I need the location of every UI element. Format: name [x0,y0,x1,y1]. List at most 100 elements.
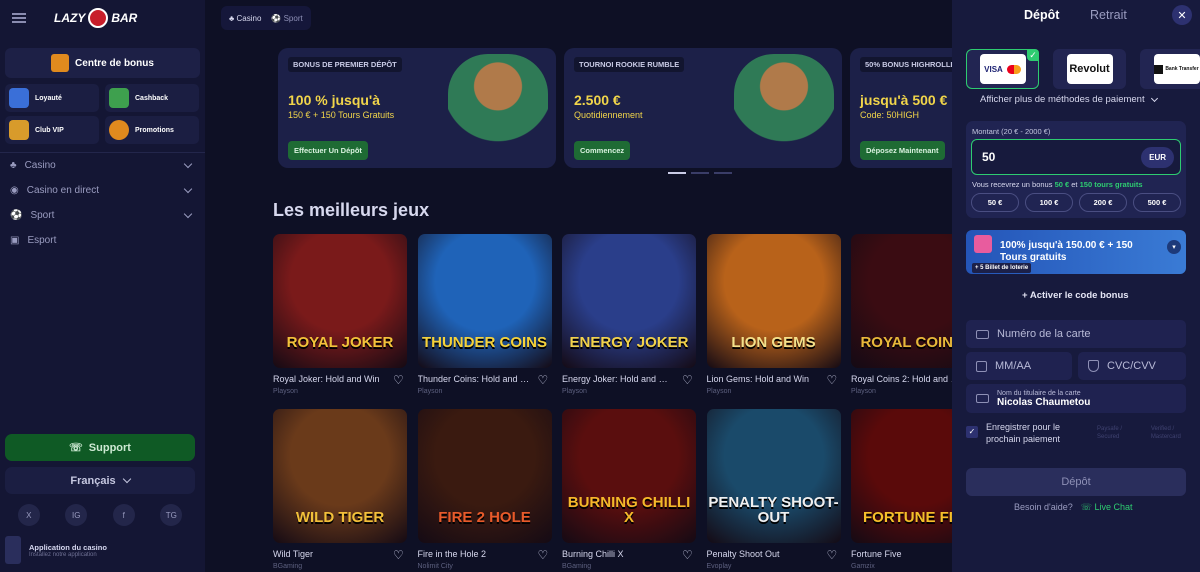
promo-card[interactable]: BONUS DE PREMIER DÉPÔT 100 % jusqu'à 150… [278,48,556,168]
game-tile[interactable]: LION GEMS Lion Gems: Hold and Win ♡ Playson [706,234,841,401]
quick-link-cashback[interactable]: Cashback [105,84,199,112]
promo-card[interactable]: 50% BONUS HIGHROLLER jusqu'à 500 € Code:… [850,48,952,168]
carousel-dot[interactable] [714,172,732,174]
game-thumbnail[interactable]: FIRE 2 HOLE [417,409,552,543]
game-tile[interactable]: ROYAL JOKER Royal Joker: Hold and Win ♡ Pla… [273,234,407,401]
game-name[interactable]: Energy Joker: Hold and Win [562,374,674,384]
cardholder-name-field[interactable]: Nom du titulaire de la carte Nicolas Chau… [966,384,1186,413]
game-thumbnail[interactable]: FORTUNE FIVE [851,409,952,543]
bonus-center-button[interactable]: Centre de bonus [5,48,200,78]
game-tile[interactable]: WILD TIGER Wild Tiger ♡ BGaming [273,409,407,572]
carousel-dots [668,172,732,174]
sidebar-item-live-casino[interactable]: ◉ Casino en direct [0,178,205,203]
language-select[interactable]: Français [5,467,195,494]
heart-icon[interactable]: ♡ [682,374,694,386]
game-name[interactable]: Thunder Coins: Hold and Win [418,374,530,384]
game-name[interactable]: Wild Tiger [273,549,385,559]
bonus-center-label: Centre de bonus [75,57,154,69]
game-provider: Playson [851,388,876,395]
amount-chips: 50 € 100 € 200 € 500 € [971,193,1181,212]
game-tile[interactable]: FORTUNE FIVEFortune Five♡Gamzix [851,409,952,572]
game-name[interactable]: Royal Coins 2: Hold and Win [851,374,952,384]
quick-link-vip[interactable]: Club VIP [5,116,99,144]
quick-link-loyalty[interactable]: Loyauté [5,84,99,112]
heart-icon[interactable]: ♡ [682,549,694,561]
shield-icon [1088,360,1099,372]
game-thumbnail[interactable]: ENERGY JOKER [562,234,696,368]
game-name[interactable]: Lion Gems: Hold and Win [707,374,819,384]
quick-link-promotions[interactable]: Promotions [105,116,199,144]
support-button[interactable]: ☏ Support [5,434,195,461]
game-thumbnail[interactable]: THUNDER COINS [417,234,552,368]
game-tile[interactable]: PENALTY SHOOT-OUT Penalty Shoot Out ♡ Evopl… [706,409,841,572]
close-icon[interactable]: ✕ [1172,5,1192,25]
game-tile[interactable]: THUNDER COINS Thunder Coins: Hold and Win… [417,234,552,401]
checkbox-checked-icon[interactable]: ✓ [966,426,978,438]
game-provider: BGaming [273,563,303,570]
amount-value[interactable]: 50 [982,150,1141,164]
card-number-field[interactable]: Numéro de la carte [966,320,1186,348]
game-thumbnail[interactable]: LION GEMS [706,234,841,368]
game-name[interactable]: Burning Chilli X [562,549,674,559]
game-name[interactable]: Fortune Five [851,549,952,559]
chevron-down-icon[interactable]: ▾ [1167,240,1181,254]
tab-sport[interactable]: ⚽ Sport [271,14,302,23]
game-name[interactable]: Fire in the Hole 2 [418,549,530,559]
game-thumbnail[interactable]: BURNING CHILLI X [562,409,696,543]
activate-bonus-code-button[interactable]: + Activer le code bonus [1022,290,1129,301]
heart-icon[interactable]: ♡ [827,549,839,561]
sidebar-item-sport[interactable]: ⚽ Sport [0,203,205,228]
heart-icon[interactable]: ♡ [538,374,550,386]
amount-chip[interactable]: 50 € [971,193,1019,212]
x-icon[interactable]: X [17,504,40,526]
tab-deposit[interactable]: Dépôt [1024,8,1059,22]
game-provider: Gamzix [851,563,875,570]
amount-chip[interactable]: 200 € [1079,193,1127,212]
expiry-field[interactable]: MM/AA [966,352,1072,380]
facebook-icon[interactable]: f [112,504,135,526]
tab-casino[interactable]: ♣ Casino [229,14,261,23]
heart-icon[interactable]: ♡ [538,549,550,561]
promo-button[interactable]: Commencez [574,141,631,160]
promo-button[interactable]: Effectuer Un Dépôt [288,141,368,160]
sidebar-item-esport[interactable]: ▣ Esport [0,228,205,253]
deposit-button[interactable]: Dépôt [966,468,1186,496]
game-tile[interactable]: FIRE 2 HOLE Fire in the Hole 2 ♡ Nolimit Ci… [417,409,552,572]
telegram-icon[interactable]: TG [160,504,183,526]
live-chat-link[interactable]: ☏ Live Chat [1081,502,1133,513]
cardholder-value[interactable]: Nicolas Chaumetou [997,397,1090,408]
game-tile[interactable]: BURNING CHILLI X Burning Chilli X ♡ BGaming [562,409,696,572]
amount-chip[interactable]: 100 € [1025,193,1073,212]
payment-method-revolut[interactable]: Revolut [1053,49,1126,89]
more-methods-link[interactable]: Afficher plus de méthodes de paiement [980,94,1158,105]
game-thumbnail[interactable]: PENALTY SHOOT-OUT [706,409,841,543]
game-thumbnail[interactable]: ROYAL JOKER [273,234,407,368]
logo[interactable]: LAZY BAR [54,8,137,28]
carousel-dot[interactable] [691,172,709,174]
sidebar-item-casino[interactable]: ♣ Casino [0,153,205,178]
promo-button[interactable]: Déposez Maintenant [860,141,945,160]
carousel-dot[interactable] [668,172,686,174]
promo-subtitle: Quotidiennement [574,110,643,120]
currency-badge[interactable]: EUR [1141,146,1174,168]
payment-method-card[interactable]: VISA [966,49,1039,89]
heart-icon[interactable]: ♡ [393,549,405,561]
instagram-icon[interactable]: IG [65,504,88,526]
menu-icon[interactable] [12,13,26,23]
promo-card[interactable]: TOURNOI ROOKIE RUMBLE 2.500 € Quotidienn… [564,48,842,168]
game-name[interactable]: Penalty Shoot Out [707,549,819,559]
tab-withdraw[interactable]: Retrait [1090,8,1127,22]
heart-icon[interactable]: ♡ [393,374,405,386]
amount-input[interactable]: 50 EUR [971,139,1181,175]
game-thumbnail[interactable]: ROYAL COINS 2 [851,234,952,368]
cvc-field[interactable]: CVC/CVV [1078,352,1186,380]
payment-method-bank[interactable]: Bank Transfer [1140,49,1200,89]
game-name[interactable]: Royal Joker: Hold and Win [273,374,385,384]
casino-app-link[interactable]: Application du casino Installez notre app… [5,535,195,565]
game-tile[interactable]: ROYAL COINS 2 Royal Coins 2: Hold and Win… [851,234,952,401]
heart-icon[interactable]: ♡ [827,374,839,386]
game-thumbnail[interactable]: WILD TIGER [273,409,407,543]
game-tile[interactable]: ENERGY JOKER Energy Joker: Hold and Win ♡ P… [562,234,696,401]
amount-chip[interactable]: 500 € [1133,193,1181,212]
save-card-checkbox[interactable]: ✓ Enregistrer pour le prochain paiement [966,421,1086,445]
